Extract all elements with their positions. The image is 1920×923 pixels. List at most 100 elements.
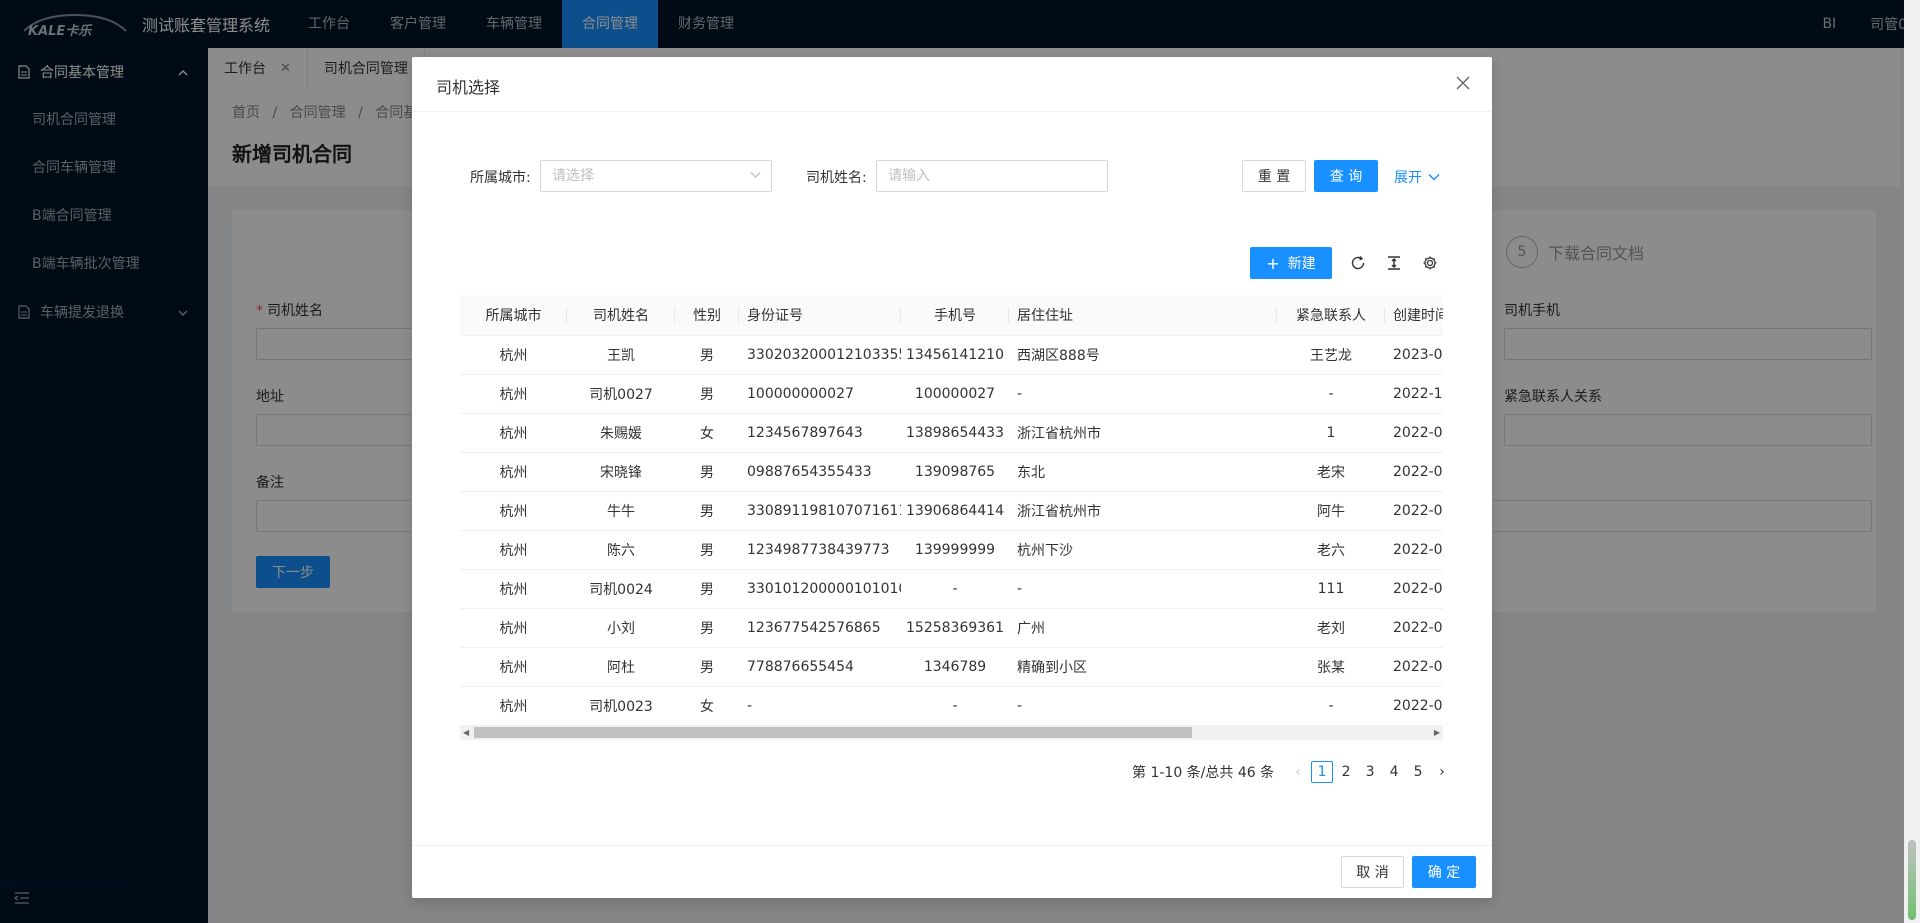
cell-city: 杭州 (460, 530, 567, 570)
new-button[interactable]: + 新建 (1250, 247, 1332, 279)
scroll-thumb[interactable] (1908, 840, 1916, 920)
page-4[interactable]: 4 (1383, 761, 1405, 783)
cell-emergency-contact: - (1277, 374, 1385, 414)
scroll-thumb[interactable] (474, 727, 1192, 738)
cell-gender: 男 (675, 335, 739, 375)
page-5[interactable]: 5 (1407, 761, 1429, 783)
cell-city: 杭州 (460, 413, 567, 453)
table-row[interactable]: 杭州宋晓锋男09887654355433139098765东北老宋2022-09 (460, 452, 1443, 492)
table-toolbar: + 新建 (412, 247, 1492, 279)
setting-icon[interactable] (1422, 255, 1438, 275)
table-row[interactable]: 杭州 牛牛男 330891198107071611 13906864414 浙江省杭州市… (460, 491, 1443, 531)
reload-icon[interactable] (1350, 255, 1366, 275)
chevron-down-icon (750, 171, 761, 179)
page-3[interactable]: 3 (1359, 761, 1381, 783)
table-horizontal-scrollbar[interactable]: ◀ ▶ (460, 725, 1443, 740)
search-form: 所属城市: 请选择 司机姓名: 请输入 重 置 查 询 展开 (412, 160, 1492, 192)
col-created-at[interactable]: 创建时间 (1385, 295, 1443, 336)
new-button-label: 新建 (1287, 256, 1316, 272)
cell-address: 精确到小区 (1009, 647, 1277, 687)
cancel-button[interactable]: 取 消 (1341, 856, 1404, 888)
cell-created-at: 2022-08 (1385, 530, 1443, 570)
table-row[interactable]: 杭州司机0027男100000000027100000027--2022-10 (460, 374, 1443, 414)
cell-created-at: 2022-09 (1385, 452, 1443, 492)
reset-button[interactable]: 重 置 (1242, 160, 1306, 192)
cell-driver-name: 陈六 (567, 530, 675, 570)
scroll-left-icon[interactable]: ◀ (463, 728, 469, 737)
col-emergency-contact[interactable]: 紧急联系人 (1277, 295, 1385, 336)
cell-gender: 男 (675, 608, 739, 648)
cell-driver-name: 小刘 (567, 608, 675, 648)
cell-emergency-contact: 111 (1277, 569, 1385, 609)
table-row[interactable]: 杭州 朱赐媛女 1234567897643 13898654433 浙江省杭州市 1 202… (460, 413, 1443, 453)
next-page-icon[interactable]: › (1431, 761, 1453, 783)
page-scrollbar[interactable] (1904, 0, 1920, 923)
cell-gender: 男 (675, 530, 739, 570)
cell-id-number: - (739, 686, 901, 726)
cell-city: 杭州 (460, 374, 567, 414)
cell-created-at: 2022-05 (1385, 569, 1443, 609)
city-select[interactable]: 请选择 (540, 160, 772, 192)
scroll-right-icon[interactable]: ▶ (1434, 728, 1440, 737)
cell-phone: 13456141210 (901, 335, 1009, 375)
page-2[interactable]: 2 (1335, 761, 1357, 783)
close-icon[interactable] (1452, 72, 1474, 94)
col-driver-name[interactable]: 司机姓名 (567, 295, 675, 336)
col-id-number[interactable]: 身份证号 (739, 295, 901, 336)
cell-emergency-contact: 老宋 (1277, 452, 1385, 492)
confirm-button[interactable]: 确 定 (1412, 856, 1476, 888)
cell-city: 杭州 (460, 335, 567, 375)
driver-name-search-input[interactable]: 请输入 (876, 160, 1108, 192)
cell-city: 杭州 (460, 608, 567, 648)
cell-address: - (1009, 374, 1277, 414)
table-row[interactable]: 杭州司机0023女----2022-04 (460, 686, 1443, 726)
cell-driver-name: 司机0023 (567, 686, 675, 726)
col-gender[interactable]: 性别 (675, 295, 739, 336)
density-icon[interactable] (1386, 255, 1402, 275)
table-row[interactable]: 杭州阿杜男7788766554541346789精确到小区张某2022-04 (460, 647, 1443, 687)
col-phone[interactable]: 手机号 (901, 295, 1009, 336)
cell-city: 杭州 (460, 452, 567, 492)
expand-toggle[interactable]: 展开 (1394, 167, 1440, 187)
query-button[interactable]: 查 询 (1314, 160, 1378, 192)
cell-gender: 男 (675, 374, 739, 414)
cell-phone: 139999999 (901, 530, 1009, 570)
cell-gender: 男 (675, 491, 739, 531)
cell-created-at: 2023-04 (1385, 335, 1443, 375)
cell-id-number: 3301012000001010102 (739, 569, 901, 609)
cell-created-at: 2022-04 (1385, 686, 1443, 726)
cell-address: 东北 (1009, 452, 1277, 492)
cell-gender: 男 (675, 452, 739, 492)
city-label: 所属城市: (470, 170, 531, 186)
cell-id-number: 09887654355433 (739, 452, 901, 492)
prev-page-icon[interactable]: ‹ (1287, 761, 1309, 783)
cell-driver-name: 司机0027 (567, 374, 675, 414)
cell-created-at: 2022-09 (1385, 413, 1443, 453)
cell-phone: 139098765 (901, 452, 1009, 492)
page-1[interactable]: 1 (1311, 761, 1334, 783)
cell-address: 浙江省杭州市 (1009, 413, 1277, 453)
table-row[interactable]: 杭州 小刘男 123677542576865 15258369361 广州 老刘 2022-… (460, 608, 1443, 648)
cell-driver-name: 阿杜 (567, 647, 675, 687)
cell-phone: - (901, 686, 1009, 726)
pagination: 第 1-10 条/总共 46 条 ‹ 1 2 3 4 5 › (1132, 760, 1454, 784)
cell-phone: 1346789 (901, 647, 1009, 687)
col-address[interactable]: 居住住址 (1009, 295, 1277, 336)
cell-phone: 100000027 (901, 374, 1009, 414)
table-row[interactable]: 杭州司机0024男3301012000001010102--1112022-05 (460, 569, 1443, 609)
cell-id-number: 778876655454 (739, 647, 901, 687)
driver-table: 所属城市 司机姓名 性别 身份证号 手机号 居住住址 紧急联系人 创建时间 杭州… (460, 295, 1443, 740)
table-row[interactable]: 杭州 王凯男 330203200012103355 13456141210 西湖区888… (460, 335, 1443, 375)
table-row[interactable]: 杭州 陈六男 1234987738439773 139999999 杭州下沙 老六 2022… (460, 530, 1443, 570)
cell-gender: 女 (675, 686, 739, 726)
expand-label: 展开 (1394, 170, 1422, 186)
col-city[interactable]: 所属城市 (460, 295, 567, 336)
cell-emergency-contact: 1 (1277, 413, 1385, 453)
cell-created-at: 2022-09 (1385, 491, 1443, 531)
cell-gender: 男 (675, 569, 739, 609)
modal-title: 司机选择 (436, 78, 501, 97)
cell-phone: 15258369361 (901, 608, 1009, 648)
cell-driver-name: 朱赐媛 (567, 413, 675, 453)
cell-city: 杭州 (460, 647, 567, 687)
cell-address: 杭州下沙 (1009, 530, 1277, 570)
